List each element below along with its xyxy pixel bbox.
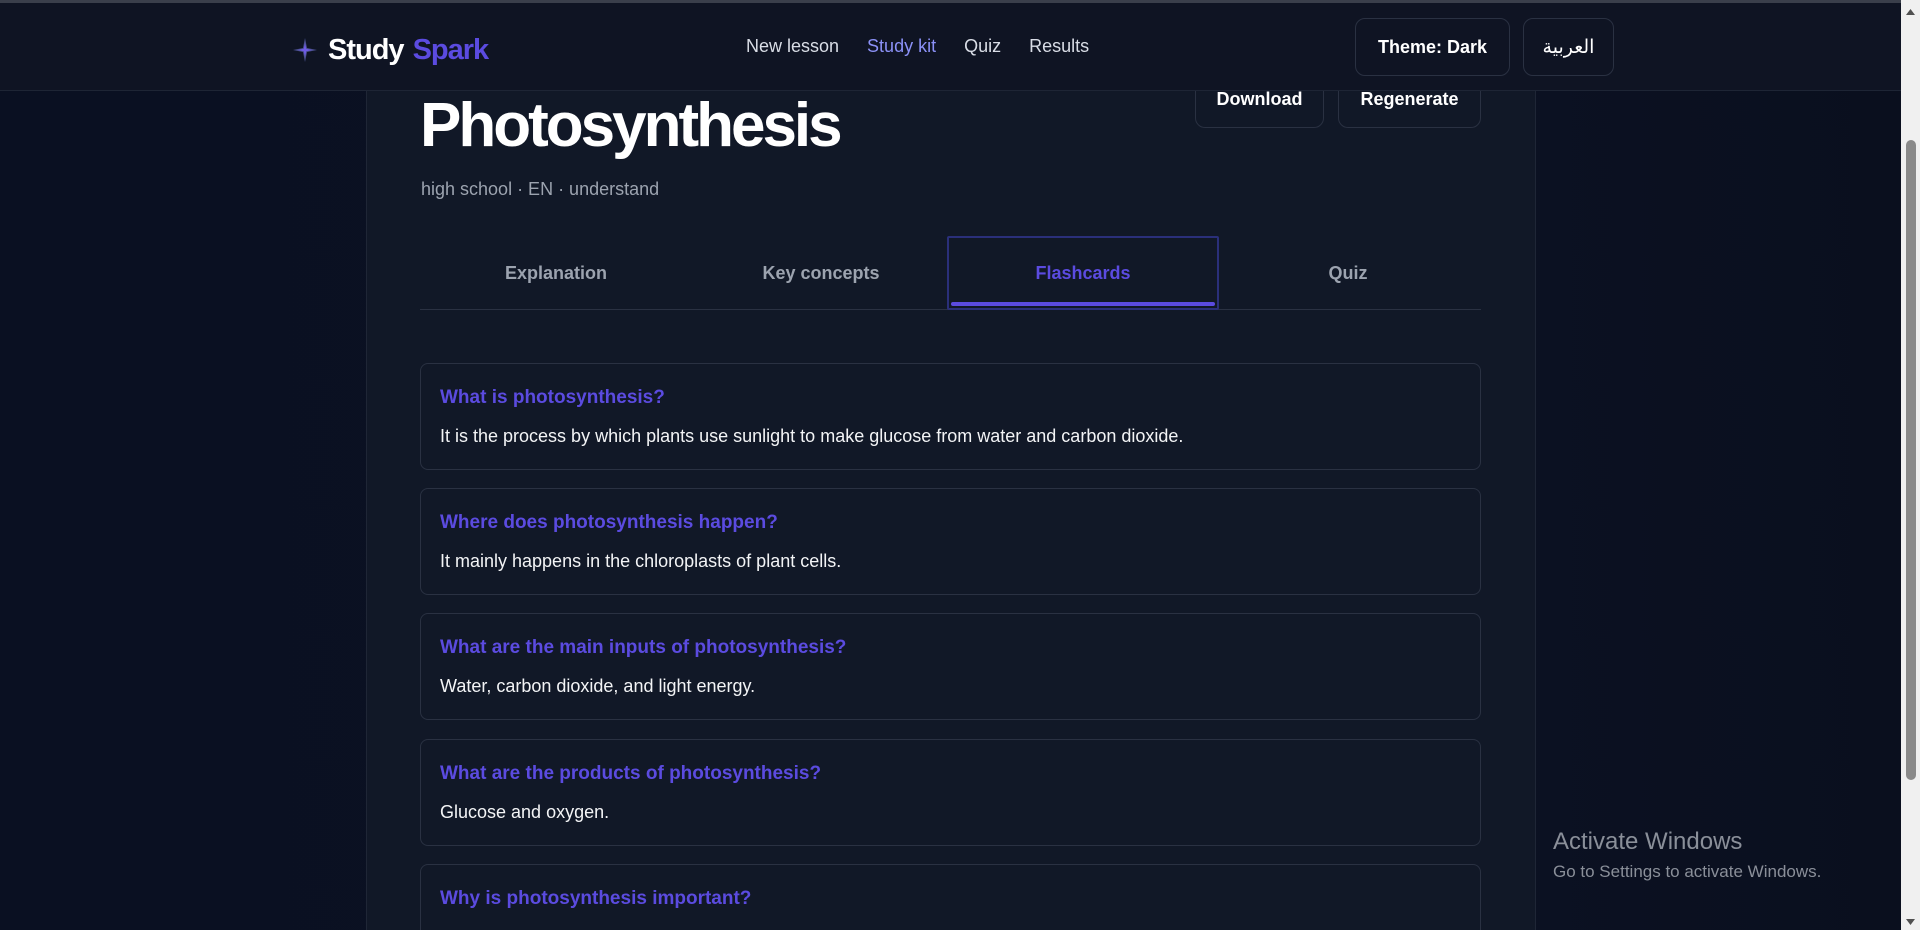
tab-quiz[interactable]: Quiz: [1212, 236, 1484, 310]
theme-toggle-button[interactable]: Theme: Dark: [1355, 18, 1510, 76]
flashcard-question: What are the products of photosynthesis?: [440, 763, 822, 784]
tab-flashcards[interactable]: Flashcards: [947, 236, 1219, 310]
chevron-down-icon[interactable]: [1901, 913, 1920, 930]
tab-explanation[interactable]: Explanation: [420, 236, 692, 310]
windows-activation-title: Activate Windows: [1553, 828, 1743, 855]
active-tab-indicator: [951, 302, 1215, 306]
flashcard-answer: It is the process by which plants use su…: [440, 426, 1184, 446]
nav-quiz[interactable]: Quiz: [964, 36, 1001, 57]
flashcard-answer: Glucose and oxygen.: [440, 802, 610, 822]
lesson-title: Photosynthesis: [420, 91, 843, 160]
flashcard[interactable]: Where does photosynthesis happen? It mai…: [420, 488, 1481, 595]
lesson-tabs: Explanation Key concepts Flashcards Quiz: [420, 236, 1481, 310]
tab-key-concepts[interactable]: Key concepts: [685, 236, 957, 310]
nav-results[interactable]: Results: [1029, 36, 1089, 57]
vertical-scrollbar[interactable]: [1901, 0, 1920, 930]
nav-study-kit[interactable]: Study kit: [867, 36, 936, 57]
chevron-up-icon[interactable]: [1901, 3, 1920, 20]
flashcard-answer: Water, carbon dioxide, and light energy.: [440, 676, 756, 696]
flashcard-answer: It mainly happens in the chloroplasts of…: [440, 551, 842, 571]
lesson-meta: high school · EN · understand: [421, 179, 660, 199]
page-viewport: Photosynthesis high school · EN · unders…: [0, 0, 1901, 930]
flashcard[interactable]: What is photosynthesis? It is the proces…: [420, 363, 1481, 470]
brand-logo[interactable]: Study Spark: [292, 30, 490, 70]
flashcard[interactable]: What are the products of photosynthesis?…: [420, 739, 1481, 846]
brand-name-spark: Spark: [412, 33, 490, 66]
language-button[interactable]: العربية: [1523, 18, 1614, 76]
brand-name-study: Study: [328, 33, 405, 66]
window-top-edge: [0, 0, 1920, 3]
windows-activation-subtitle: Go to Settings to activate Windows.: [1553, 862, 1822, 881]
main-nav: New lesson Study kit Quiz Results: [746, 36, 1117, 57]
sparkle-icon: [293, 38, 317, 62]
scrollbar-thumb[interactable]: [1906, 140, 1916, 780]
nav-new-lesson[interactable]: New lesson: [746, 36, 839, 57]
flashcard[interactable]: Why is photosynthesis important?: [420, 864, 1481, 930]
flashcard-question: Why is photosynthesis important?: [440, 888, 752, 909]
flashcard-question: What are the main inputs of photosynthes…: [440, 637, 847, 658]
flashcard[interactable]: What are the main inputs of photosynthes…: [420, 613, 1481, 720]
flashcard-question: Where does photosynthesis happen?: [440, 512, 778, 533]
site-header: Study Spark New lesson Study kit Quiz Re…: [0, 3, 1901, 91]
tab-flashcards-label: Flashcards: [1035, 262, 1131, 283]
flashcard-question: What is photosynthesis?: [440, 387, 665, 408]
